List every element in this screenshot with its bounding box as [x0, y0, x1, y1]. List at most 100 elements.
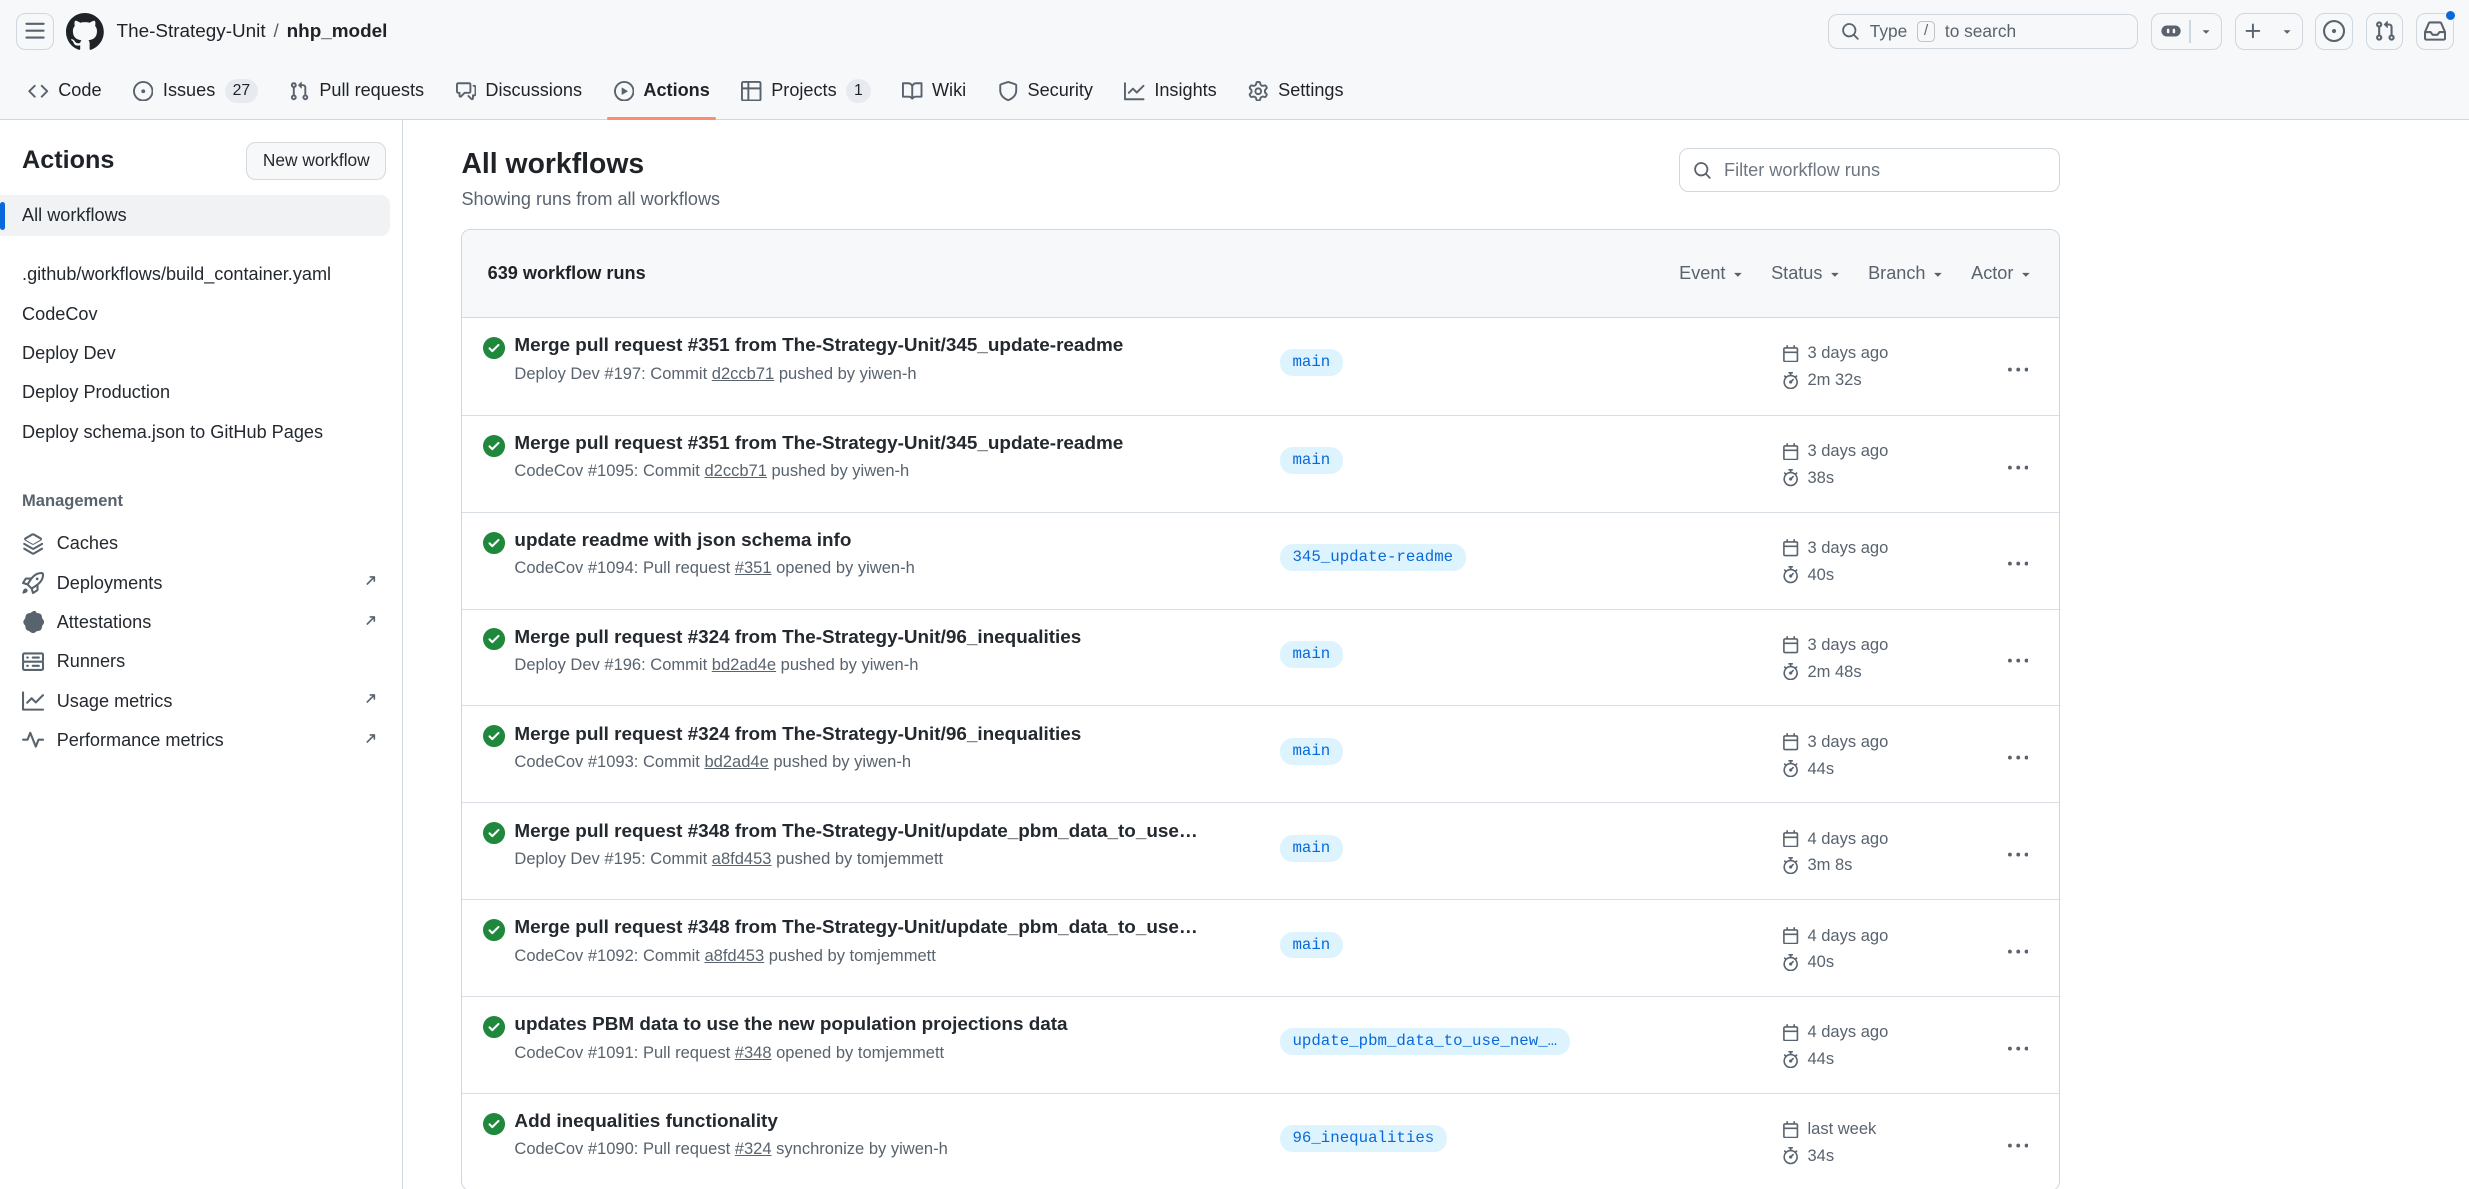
sidebar-item-caches[interactable]: Caches — [0, 524, 390, 563]
event-filter-dropdown[interactable]: Event — [1679, 263, 1746, 284]
run-title-link[interactable]: Merge pull request #351 from The-Strateg… — [514, 433, 1261, 455]
tab-security[interactable]: Security — [985, 63, 1106, 119]
branch-label[interactable]: update_pbm_data_to_use_new_… — [1280, 1028, 1570, 1055]
tab-projects[interactable]: Projects 1 — [729, 63, 883, 119]
sidebar-item-runners[interactable]: Runners — [0, 642, 390, 681]
plus-icon — [2243, 21, 2263, 41]
workflow-item[interactable]: Deploy Dev — [0, 334, 390, 373]
run-filters: Event Status Branch Actor — [1679, 263, 2034, 284]
workflow-item[interactable]: CodeCov — [0, 294, 390, 333]
run-title-link[interactable]: Merge pull request #348 from The-Strateg… — [514, 821, 1261, 843]
branch-label[interactable]: 345_update-readme — [1280, 544, 1466, 571]
run-title-link[interactable]: updates PBM data to use the new populati… — [514, 1014, 1261, 1036]
tab-insights[interactable]: Insights — [1112, 63, 1230, 119]
workflow-item[interactable]: Deploy Production — [0, 373, 390, 412]
run-options-button[interactable] — [1998, 1030, 2039, 1068]
workflow-item[interactable]: .github/workflows/build_container.yaml — [0, 255, 390, 294]
pull-requests-dashboard-button[interactable] — [2366, 13, 2404, 51]
breadcrumb-repo-link[interactable]: nhp_model — [287, 21, 388, 43]
new-workflow-button[interactable]: New workflow — [246, 142, 386, 180]
run-title-link[interactable]: Add inequalities functionality — [514, 1111, 1261, 1133]
run-status — [483, 433, 515, 512]
run-status — [483, 1014, 515, 1093]
branch-label[interactable]: main — [1280, 447, 1343, 474]
run-subtitle-link[interactable]: bd2ad4e — [704, 752, 768, 771]
run-title-link[interactable]: Merge pull request #324 from The-Strateg… — [514, 627, 1261, 649]
check-circle-fill-icon — [483, 1113, 505, 1135]
run-subtitle-link[interactable]: a8fd453 — [704, 946, 764, 965]
sidebar-item-all-workflows[interactable]: All workflows — [0, 195, 390, 236]
run-options-button[interactable] — [1998, 933, 2039, 971]
tab-settings[interactable]: Settings — [1236, 63, 1357, 119]
page-title: All workflows — [461, 148, 720, 181]
run-options-button[interactable] — [1998, 836, 2039, 874]
run-age: 3 days ago — [1807, 343, 1888, 363]
branch-label[interactable]: main — [1280, 932, 1343, 959]
chevron-down-icon — [2199, 24, 2213, 38]
calendar-icon — [1782, 443, 1799, 460]
check-circle-fill-icon — [483, 628, 505, 650]
main-content: All workflows Showing runs from all work… — [403, 120, 2469, 1189]
kebab-horizontal-icon — [2008, 360, 2028, 380]
actor-filter-dropdown[interactable]: Actor — [1971, 263, 2034, 284]
sidebar-item-deployments[interactable]: Deployments — [0, 563, 390, 602]
tab-issues[interactable]: Issues 27 — [120, 63, 270, 119]
run-options-button[interactable] — [1998, 546, 2039, 584]
branch-label[interactable]: main — [1280, 835, 1343, 862]
tab-wiki[interactable]: Wiki — [889, 63, 978, 119]
page-subtitle: Showing runs from all workflows — [461, 189, 720, 210]
branch-label[interactable]: main — [1280, 641, 1343, 668]
tab-actions[interactable]: Actions — [601, 63, 723, 119]
issue-opened-icon — [133, 81, 153, 101]
run-subtitle-link[interactable]: #324 — [735, 1139, 772, 1158]
run-subtitle-link[interactable]: #348 — [735, 1043, 772, 1062]
run-age: last week — [1807, 1119, 1876, 1139]
issues-count-badge: 27 — [225, 79, 258, 103]
run-info: Merge pull request #348 from The-Strateg… — [514, 917, 1279, 996]
filter-workflow-runs-input[interactable] — [1679, 148, 2060, 192]
workflow-item[interactable]: Deploy schema.json to GitHub Pages — [0, 413, 390, 452]
inbox-button[interactable] — [2416, 13, 2454, 51]
sidebar-item-performance-metrics[interactable]: Performance metrics — [0, 721, 390, 760]
run-subtitle-link[interactable]: #351 — [735, 558, 772, 577]
sidebar-item-usage-metrics[interactable]: Usage metrics — [0, 681, 390, 720]
run-status — [483, 821, 515, 900]
branch-label[interactable]: main — [1280, 738, 1343, 765]
tab-pull-requests[interactable]: Pull requests — [277, 63, 437, 119]
branch-label[interactable]: main — [1280, 349, 1343, 376]
run-meta: 4 days ago 3m 8s — [1782, 821, 1990, 900]
search-input[interactable]: Type / to search — [1828, 14, 2138, 49]
tab-discussions[interactable]: Discussions — [443, 63, 595, 119]
run-subtitle-link[interactable]: d2ccb71 — [704, 461, 766, 480]
run-subtitle-link[interactable]: bd2ad4e — [712, 655, 776, 674]
hamburger-menu-button[interactable] — [16, 13, 54, 51]
run-options-button[interactable] — [1998, 643, 2039, 681]
run-title-link[interactable]: Merge pull request #324 from The-Strateg… — [514, 724, 1261, 746]
run-duration: 44s — [1807, 1049, 1834, 1069]
run-options-button[interactable] — [1998, 739, 2039, 777]
search-placeholder-pre: Type — [1870, 21, 1908, 42]
tab-code[interactable]: Code — [16, 63, 114, 119]
git-pull-request-icon — [289, 81, 309, 101]
branch-filter-dropdown[interactable]: Branch — [1868, 263, 1946, 284]
run-subtitle-link[interactable]: d2ccb71 — [712, 364, 774, 383]
status-filter-dropdown[interactable]: Status — [1771, 263, 1843, 284]
run-subtitle: Deploy Dev #195: Commit a8fd453 pushed b… — [514, 849, 1261, 869]
run-meta: 3 days ago 40s — [1782, 530, 1990, 609]
sidebar-item-attestations[interactable]: Attestations — [0, 603, 390, 642]
workflow-runs-panel: 639 workflow runs Event Status Branch — [461, 229, 2060, 1189]
breadcrumb-org-link[interactable]: The-Strategy-Unit — [117, 21, 266, 43]
run-title-link[interactable]: update readme with json schema info — [514, 530, 1261, 552]
breadcrumb: The-Strategy-Unit / nhp_model — [117, 21, 388, 43]
issues-dashboard-button[interactable] — [2315, 13, 2353, 51]
github-logo[interactable] — [66, 13, 104, 51]
run-title-link[interactable]: Merge pull request #348 from The-Strateg… — [514, 917, 1261, 939]
run-options-button[interactable] — [1998, 351, 2039, 389]
copilot-button[interactable] — [2151, 13, 2222, 51]
run-options-button[interactable] — [1998, 1127, 2039, 1165]
branch-label[interactable]: 96_inequalities — [1280, 1125, 1447, 1152]
create-new-button[interactable] — [2235, 13, 2303, 51]
run-subtitle-link[interactable]: a8fd453 — [712, 849, 772, 868]
run-title-link[interactable]: Merge pull request #351 from The-Strateg… — [514, 335, 1261, 357]
run-options-button[interactable] — [1998, 449, 2039, 487]
